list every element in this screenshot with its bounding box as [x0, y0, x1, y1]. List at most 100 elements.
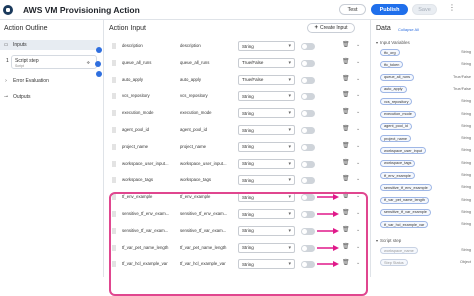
input-variables-section[interactable]: ▾ Input Variables [376, 40, 410, 45]
outline-item-outputs-label: Outputs [13, 94, 31, 100]
mandatory-toggle[interactable] [301, 93, 315, 101]
chevron-down-icon[interactable]: ⌄ [356, 92, 360, 98]
type-select[interactable]: String ▾ [238, 41, 295, 51]
data-pill-row: queue_all_runs True/False [371, 73, 474, 82]
data-pill[interactable]: execution_mode [380, 110, 416, 118]
data-pill[interactable]: workspace_name [380, 247, 418, 254]
type-select-value: String [242, 161, 254, 167]
trash-icon[interactable]: 🗑 [342, 75, 350, 82]
data-pill[interactable]: Step Status [380, 259, 408, 267]
chevron-down-icon[interactable]: ⌄ [356, 160, 360, 166]
drag-handle-icon[interactable] [112, 177, 116, 184]
data-pill-type: String [461, 173, 471, 177]
type-select-value: String [242, 127, 254, 133]
drag-handle-icon[interactable] [112, 43, 116, 49]
drag-handle-icon[interactable] [112, 143, 116, 150]
publish-button[interactable]: Publish [371, 4, 408, 15]
trash-icon[interactable]: 🗑 [342, 159, 350, 166]
table-row[interactable]: description description String ▾ 🗑 ⌄ [105, 37, 368, 55]
data-pill[interactable]: vcs_repository [380, 98, 413, 106]
chevron-down-icon[interactable]: ⌄ [356, 109, 360, 115]
data-pill[interactable]: workspace_user_input [380, 147, 426, 155]
chevron-down-icon[interactable]: ⌄ [356, 76, 360, 82]
data-pill[interactable]: queue_all_runs [380, 73, 414, 81]
outline-item-error-evaluation[interactable]: › Error Evaluation [0, 76, 100, 86]
type-select[interactable]: String ▾ [238, 108, 295, 119]
table-row[interactable]: project_name project_name String ▾ 🗑 ⌄ [105, 138, 368, 156]
chevron-down-icon: ▾ [288, 177, 291, 184]
data-pill[interactable]: sensitive_tf_env_example [380, 184, 432, 192]
data-pill-row: project_name String [371, 135, 474, 143]
data-pill[interactable]: auto_apply [380, 85, 407, 93]
table-row[interactable]: workspace_user_input... workspace_user_in… [105, 155, 368, 173]
drag-handle-icon[interactable] [112, 59, 116, 66]
chevron-down-icon[interactable]: ⌄ [356, 42, 360, 48]
type-select[interactable]: String ▾ [238, 175, 295, 186]
data-pill-row: tf_env_example String [371, 172, 474, 180]
more-options-icon[interactable]: ⋮ [448, 3, 456, 12]
collapse-all-link[interactable]: Collapse All [398, 27, 419, 32]
trash-icon[interactable]: 🗑 [342, 142, 350, 149]
trash-icon[interactable]: 🗑 [342, 125, 350, 132]
drag-handle-icon[interactable] [112, 76, 116, 83]
save-button[interactable]: Save [412, 4, 437, 15]
input-name: auto_apply [122, 76, 144, 82]
mandatory-toggle[interactable] [301, 127, 315, 134]
outline-item-script-step[interactable]: 1 Script step Script ✥ [0, 53, 101, 69]
chevron-down-icon[interactable]: ⌄ [356, 59, 360, 65]
trash-icon[interactable]: 🗑 [342, 91, 350, 98]
data-pill[interactable]: tfc_org [380, 49, 400, 56]
chevron-down-icon[interactable]: ⌄ [356, 176, 360, 182]
mandatory-toggle[interactable] [301, 43, 315, 50]
input-label: workspace_tags [180, 177, 212, 183]
data-pill-type: String [461, 62, 471, 67]
data-pill[interactable]: agent_pool_id [380, 122, 412, 130]
test-button[interactable]: Test [339, 4, 366, 15]
chevron-down-icon[interactable]: ⌄ [356, 143, 360, 149]
data-pill[interactable]: tfc_token [380, 61, 404, 69]
trash-icon[interactable]: 🗑 [342, 41, 350, 48]
mandatory-toggle[interactable] [301, 110, 315, 118]
type-select[interactable]: String ▾ [238, 141, 295, 152]
data-pill-row: agent_pool_id String [371, 122, 474, 131]
table-row[interactable]: queue_all_runs queue_all_runs True/False ▾ 🗑… [105, 54, 368, 72]
data-pill-type: String [461, 136, 471, 141]
outline-item-inputs[interactable]: ▭ Inputs [0, 40, 100, 50]
chevron-down-icon[interactable]: ⌄ [356, 126, 360, 132]
type-select[interactable]: True/False ▾ [238, 74, 295, 85]
create-input-button[interactable]: + Create Input [307, 23, 355, 33]
data-pill[interactable]: tf_var_pet_name_length [380, 196, 429, 204]
mandatory-toggle[interactable] [301, 160, 315, 168]
table-row[interactable]: workspace_tags workspace_tags String ▾ 🗑 ⌄ [105, 171, 368, 189]
drag-handle-icon[interactable] [112, 127, 116, 133]
script-step-card[interactable]: Script step Script ✥ [11, 55, 97, 69]
type-select[interactable]: String ▾ [238, 125, 295, 135]
outline-item-outputs[interactable]: ⊸ Outputs [0, 92, 100, 102]
mandatory-toggle[interactable] [301, 177, 315, 185]
trash-icon[interactable]: 🗑 [342, 108, 350, 115]
drag-handle-icon[interactable] [112, 160, 116, 167]
data-pill[interactable]: tf_var_hcl_example_var [380, 221, 429, 229]
data-pill[interactable]: workspace_tags [380, 159, 416, 167]
trash-icon[interactable]: 🗑 [342, 58, 350, 65]
data-pill-type: String [461, 123, 471, 128]
data-pill[interactable]: project_name [380, 135, 412, 143]
drag-handle-icon[interactable] [112, 110, 116, 117]
table-row[interactable]: agent_pool_id agent_pool_id String ▾ 🗑 ⌄ [105, 121, 368, 139]
data-pill[interactable]: tf_env_example [380, 172, 415, 179]
drag-handle-icon[interactable] [112, 93, 116, 100]
script-step-section[interactable]: ▾ Script step [376, 238, 401, 243]
data-pill[interactable]: sensitive_tf_var_example [380, 208, 431, 216]
trash-icon[interactable]: 🗑 [342, 175, 350, 182]
mandatory-toggle[interactable] [301, 143, 315, 151]
type-select[interactable]: True/False ▾ [238, 57, 295, 68]
action-input-panel: Action Input + Create Input description d… [105, 20, 368, 296]
type-select[interactable]: String ▾ [238, 91, 295, 102]
table-row[interactable]: execution_mode execution_mode String ▾ 🗑 ⌄ [105, 104, 368, 122]
table-row[interactable]: auto_apply auto_apply True/False ▾ 🗑 ⌄ [105, 71, 368, 89]
type-select[interactable]: String ▾ [238, 158, 295, 169]
mandatory-toggle[interactable] [301, 59, 315, 67]
mandatory-toggle[interactable] [301, 76, 315, 84]
step-menu-icon[interactable]: ✥ [87, 60, 90, 65]
table-row[interactable]: vcs_repository vcs_repository String ▾ 🗑 ⌄ [105, 87, 368, 105]
